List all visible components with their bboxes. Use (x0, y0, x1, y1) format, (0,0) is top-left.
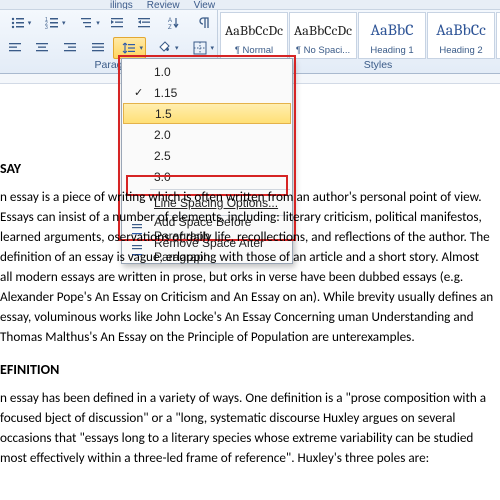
ribbon-tabs: ilings Review View (0, 0, 500, 10)
paragraph-definition: n essay has been defined in a variety of… (0, 388, 494, 468)
style-preview: AaBbCcDc (290, 13, 356, 45)
style-tile[interactable]: AaBbCHeading 1 (358, 12, 426, 59)
style-name: Heading 1 (370, 45, 413, 58)
style-name: ¶ No Spaci... (296, 45, 350, 58)
svg-text:Z: Z (168, 25, 172, 31)
numbering-button[interactable]: 123 ▾ (36, 12, 68, 34)
caret-icon: ▾ (62, 19, 66, 27)
caret-icon: ▾ (28, 19, 32, 27)
document-area[interactable]: SAY n essay is a piece of writing which … (0, 84, 500, 500)
style-preview: AaBbCcDc (221, 13, 287, 45)
increase-indent-button[interactable] (131, 12, 156, 34)
caret-icon: ▾ (210, 44, 214, 52)
style-tile[interactable]: AaBbCcHeading 2 (427, 12, 495, 59)
align-left-button[interactable] (2, 37, 28, 59)
multilevel-list-button[interactable]: ▾ (70, 12, 102, 34)
style-name: Heading 2 (439, 45, 482, 58)
caret-icon: ▾ (139, 44, 143, 52)
show-marks-button[interactable] (192, 12, 217, 34)
tab-review[interactable]: Review (147, 0, 180, 9)
sort-button[interactable]: AZ (158, 12, 190, 34)
style-preview: AaBbC (359, 13, 425, 45)
shading-button[interactable]: ▾ (148, 37, 182, 59)
tab-view[interactable]: View (194, 0, 216, 9)
spacing-value: 1.0 (154, 65, 171, 79)
heading-essay: SAY (0, 160, 494, 177)
style-tile[interactable]: AaTitle (496, 12, 500, 59)
heading-definition: EFINITION (0, 361, 494, 378)
line-spacing-button[interactable]: ▾ (113, 37, 147, 59)
style-preview: AaBbCc (428, 13, 494, 45)
caret-icon: ▾ (96, 19, 100, 27)
svg-text:3: 3 (45, 25, 48, 31)
style-tile[interactable]: AaBbCcDc¶ Normal (220, 12, 288, 59)
svg-text:A: A (168, 18, 172, 24)
justify-button[interactable] (85, 37, 111, 59)
bullets-button[interactable]: ▾ (2, 12, 34, 34)
align-right-button[interactable] (57, 37, 83, 59)
style-name: ¶ Normal (235, 45, 273, 58)
align-center-button[interactable] (30, 37, 56, 59)
paragraph-essay: n essay is a piece of writing which is o… (0, 187, 494, 347)
decrease-indent-button[interactable] (105, 12, 130, 34)
style-tile[interactable]: AaBbCcDc¶ No Spaci... (289, 12, 357, 59)
spacing-option[interactable]: 1.0 (122, 61, 292, 82)
tab-mailings[interactable]: ilings (110, 0, 133, 9)
borders-button[interactable]: ▾ (184, 37, 218, 59)
caret-icon: ▾ (175, 44, 179, 52)
